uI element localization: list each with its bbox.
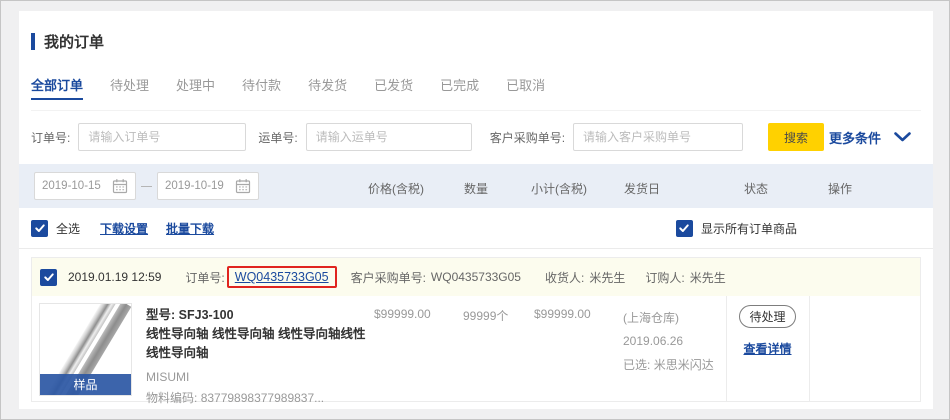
selected-service: 已选: 米思米闪达 [623, 354, 714, 377]
selected-value: 米思米闪达 [654, 358, 714, 372]
title-row: 我的订单 [19, 11, 933, 52]
show-all-group: 显示所有订单商品 [676, 220, 797, 237]
product-model: 型号: SFJ3-100 [146, 304, 380, 323]
sample-badge: 样品 [40, 374, 131, 395]
tracking-no-input[interactable] [306, 123, 472, 151]
product-info: 型号: SFJ3-100 线性导向轴 线性导向轴 线性导向轴线性 线性导向轴 M… [146, 304, 380, 406]
search-button[interactable]: 搜索 [768, 123, 824, 151]
title-accent-bar [31, 33, 35, 50]
warehouse: (上海仓库) [623, 307, 714, 330]
order-datetime: 2019.01.19 12:59 [68, 270, 161, 284]
order-item-row: 样品 型号: SFJ3-100 线性导向轴 线性导向轴 线性导向轴线性 线性导向… [32, 296, 920, 401]
show-all-label: 显示所有订单商品 [701, 220, 797, 237]
buyer-label: 订购人: [645, 269, 684, 286]
customer-po-input[interactable] [573, 123, 743, 151]
order-header-row: 2019.01.19 12:59 订单号: WQ0435733G05 客户采购单… [32, 258, 920, 296]
order-no-input[interactable] [78, 123, 246, 151]
orders-screen: 我的订单 全部订单 待处理 处理中 待付款 待发货 已发货 已完成 已取消 订单… [0, 0, 950, 420]
header-quantity: 数量 [464, 180, 488, 197]
table-header-bar: 2019-10-15 2019-10-19 [19, 164, 933, 208]
product-image[interactable]: 样品 [39, 303, 132, 396]
view-details-link[interactable]: 查看详情 [743, 340, 791, 357]
date-end-value: 2019-10-19 [165, 180, 224, 192]
header-action: 操作 [828, 180, 852, 197]
date-start-value: 2019-10-15 [42, 180, 101, 192]
cell-ship-info: (上海仓库) 2019.06.26 已选: 米思米闪达 [623, 307, 714, 377]
select-all-label: 全选 [56, 220, 80, 237]
check-icon [681, 225, 689, 231]
selected-label: 已选: [623, 358, 650, 372]
order-no-label: 订单号: [31, 129, 70, 146]
header-subtotal: 小计(含税) [531, 180, 587, 197]
annotation-red-box: WQ0435733G05 [227, 266, 337, 288]
column-divider [809, 296, 810, 401]
tab-processing[interactable]: 处理中 [176, 75, 215, 100]
cell-subtotal: $99999.00 [534, 307, 591, 321]
more-conditions-link[interactable]: 更多条件 [829, 128, 911, 147]
consignee-label: 收货人: [545, 269, 584, 286]
cell-status: 待处理 查看详情 [726, 305, 809, 357]
header-ship-date: 发货日 [624, 180, 660, 197]
customer-po-label: 客户采购单号: [490, 129, 565, 146]
batch-download-link[interactable]: 批量下载 [166, 220, 214, 237]
download-settings-link[interactable]: 下载设置 [100, 220, 148, 237]
page-title: 我的订单 [44, 31, 104, 52]
order-po-value: WQ0435733G05 [431, 270, 521, 284]
ship-date: 2019.06.26 [623, 330, 714, 353]
calendar-icon [112, 178, 128, 194]
cell-quantity: 99999个 [463, 307, 508, 324]
check-icon [45, 274, 53, 280]
tab-completed[interactable]: 已完成 [440, 75, 479, 100]
check-icon [36, 225, 44, 231]
cell-price: $99999.00 [374, 307, 431, 321]
material-code-value: 83779898377989837... [201, 391, 324, 405]
status-badge: 待处理 [739, 305, 795, 328]
tab-all-orders[interactable]: 全部订单 [31, 75, 83, 100]
orders-card: 我的订单 全部订单 待处理 处理中 待付款 待发货 已发货 已完成 已取消 订单… [19, 11, 933, 409]
order-checkbox[interactable] [40, 269, 57, 286]
more-conditions-label: 更多条件 [829, 128, 881, 147]
order-card: 2019.01.19 12:59 订单号: WQ0435733G05 客户采购单… [31, 257, 921, 402]
order-po-label: 客户采购单号: [351, 269, 426, 286]
product-brand: MISUMI [146, 370, 380, 384]
tab-awaiting-payment[interactable]: 待付款 [242, 75, 281, 100]
consignee-value: 米先生 [589, 269, 625, 286]
order-no-link[interactable]: WQ0435733G05 [235, 270, 329, 284]
buyer-value: 米先生 [690, 269, 726, 286]
header-status: 状态 [744, 180, 768, 197]
product-material-code: 物料编码: 83779898377989837... [146, 389, 380, 406]
material-code-label: 物料编码: [146, 391, 197, 405]
tab-pending[interactable]: 待处理 [110, 75, 149, 100]
tab-shipped[interactable]: 已发货 [374, 75, 413, 100]
calendar-icon [235, 178, 251, 194]
tab-cancelled[interactable]: 已取消 [506, 75, 545, 100]
model-label: 型号: [146, 308, 175, 322]
chevron-down-icon [894, 132, 911, 142]
select-all-checkbox[interactable] [31, 220, 48, 237]
model-value: SFJ3-100 [179, 308, 234, 322]
order-status-tabs: 全部订单 待处理 处理中 待付款 待发货 已发货 已完成 已取消 [31, 75, 921, 111]
product-description[interactable]: 线性导向轴 线性导向轴 线性导向轴线性 线性导向轴 [146, 325, 380, 363]
tab-awaiting-shipment[interactable]: 待发货 [308, 75, 347, 100]
tracking-no-label: 运单号: [258, 129, 297, 146]
date-start-picker[interactable]: 2019-10-15 [34, 172, 136, 200]
date-end-picker[interactable]: 2019-10-19 [157, 172, 259, 200]
header-price: 价格(含税) [368, 180, 424, 197]
order-no-label: 订单号: [185, 269, 224, 286]
show-all-checkbox[interactable] [676, 220, 693, 237]
date-range-separator [141, 186, 152, 187]
filter-row: 订单号: 运单号: 客户采购单号: 搜索 更多条件 [31, 122, 921, 152]
toolbar-row: 全选 下载设置 批量下载 显示所有订单商品 [19, 208, 933, 249]
